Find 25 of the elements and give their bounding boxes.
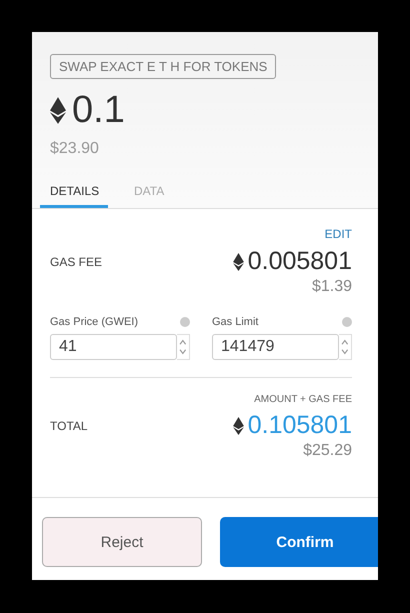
number-field[interactable]: 141479 — [212, 334, 340, 360]
spinner-icon[interactable] — [339, 334, 352, 360]
tab[interactable]: DETAILS — [40, 176, 108, 208]
field-label: Gas Price (GWEI) — [50, 316, 138, 328]
confirm-button[interactable]: Confirm — [220, 517, 378, 567]
ethereum-icon — [232, 252, 244, 270]
info-icon[interactable] — [342, 317, 352, 327]
amount: 0.1 — [72, 89, 125, 132]
total-value: 0.105801 — [248, 411, 352, 440]
gas-fee-label: GAS FEE — [50, 254, 102, 268]
total-caption: AMOUNT + GAS FEE — [254, 394, 352, 405]
reject-button[interactable]: Reject — [42, 517, 202, 567]
spinner-icon[interactable] — [177, 334, 190, 360]
total-label: TOTAL — [50, 418, 88, 432]
ethereum-icon — [50, 97, 66, 124]
edit-link[interactable]: EDIT — [324, 227, 352, 241]
ethereum-icon — [232, 416, 244, 434]
gas-fee-value: 0.005801 — [248, 247, 352, 276]
total-fiat: $25.29 — [303, 442, 352, 460]
info-icon[interactable] — [180, 317, 190, 327]
amount-fiat: $23.90 — [50, 140, 99, 158]
number-field[interactable]: 41 — [50, 334, 178, 360]
action-badge: SWAP EXACT E T H FOR TOKENS — [50, 54, 276, 79]
field-label: Gas Limit — [212, 316, 258, 328]
gas-fee-fiat: $1.39 — [312, 278, 352, 296]
